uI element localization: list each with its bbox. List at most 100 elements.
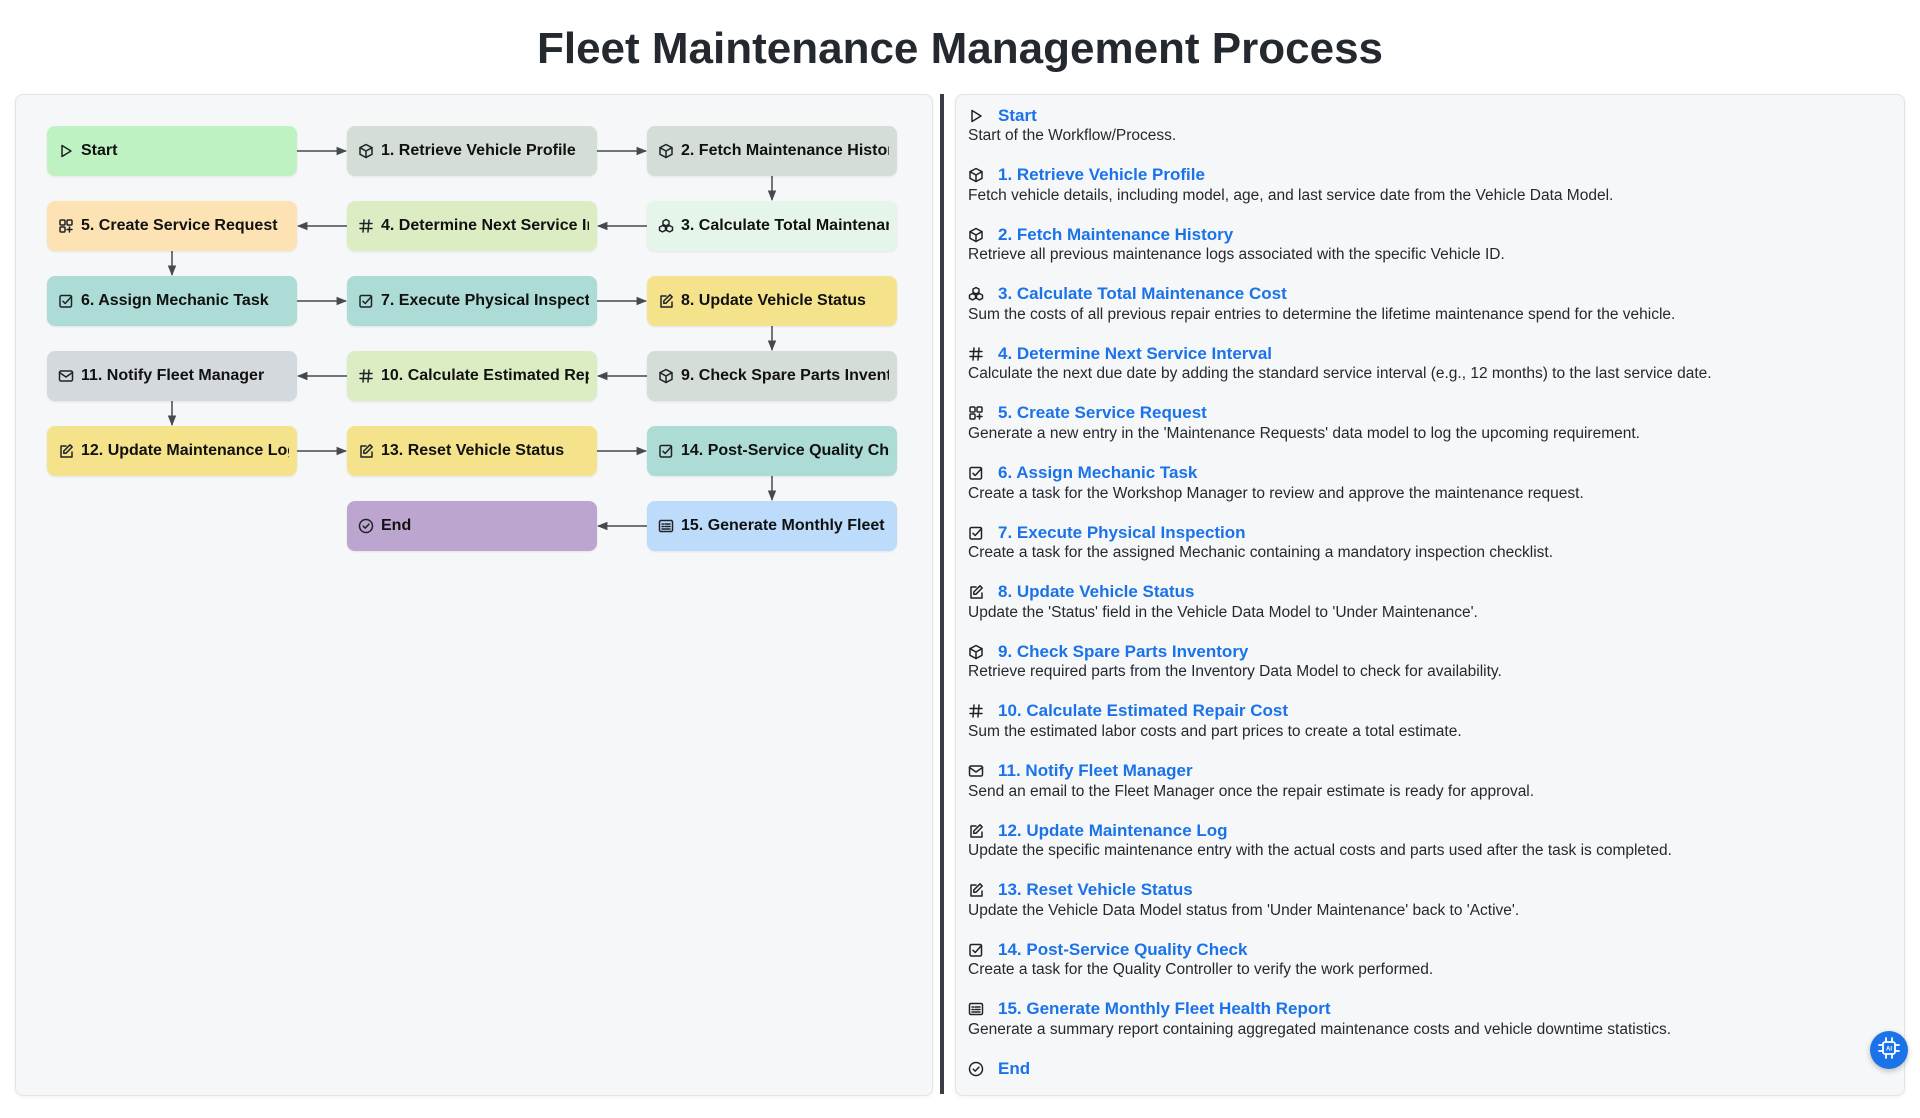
play-icon: [968, 108, 984, 124]
step-item: 7. Execute Physical InspectionCreate a t…: [968, 522, 1894, 582]
grid-plus-icon: [58, 218, 74, 234]
step-title-link[interactable]: End: [998, 1059, 1030, 1079]
step-description: Create a task for the assigned Mechanic …: [968, 544, 1894, 562]
flowchart-panel: Start 1. Retrieve Vehicle Profile 2. Fetch…: [15, 94, 933, 1096]
step-item: 1. Retrieve Vehicle Profile Fetch vehicle…: [968, 165, 1894, 225]
step-title-link[interactable]: 8. Update Vehicle Status: [998, 582, 1195, 602]
flow-node-n9[interactable]: 9. Check Spare Parts Inventory: [647, 351, 897, 401]
flow-node-n8[interactable]: 8. Update Vehicle Status: [647, 276, 897, 326]
step-item: 14. Post-Service Quality CheckCreate a t…: [968, 939, 1894, 999]
step-item: 12. Update Maintenance LogUpdate the spe…: [968, 820, 1894, 880]
flow-node-label: 1. Retrieve Vehicle Profile: [381, 142, 589, 160]
cube-icon: [658, 368, 674, 384]
step-title-link[interactable]: 3. Calculate Total Maintenance Cost: [998, 284, 1287, 304]
flow-node-label: Start: [81, 142, 289, 160]
step-description: Generate a summary report containing agg…: [968, 1021, 1894, 1039]
step-title-link[interactable]: 5. Create Service Request: [998, 403, 1207, 423]
flow-node-n4[interactable]: 4. Determine Next Service Interval: [347, 201, 597, 251]
step-description: Generate a new entry in the 'Maintenance…: [968, 425, 1894, 443]
flow-node-label: 5. Create Service Request: [81, 217, 289, 235]
step-title-link[interactable]: 4. Determine Next Service Interval: [998, 344, 1272, 364]
ai-assistant-button[interactable]: AI: [1870, 1031, 1908, 1069]
mail-icon: [968, 763, 984, 779]
step-item: StartStart of the Workflow/Process.: [968, 105, 1894, 165]
flow-node-n5[interactable]: 5. Create Service Request: [47, 201, 297, 251]
step-title-link[interactable]: 14. Post-Service Quality Check: [998, 940, 1247, 960]
step-item: End: [968, 1059, 1894, 1118]
step-description: Update the specific maintenance entry wi…: [968, 842, 1894, 860]
step-title-link[interactable]: 9. Check Spare Parts Inventory: [998, 642, 1248, 662]
grid-plus-icon: [968, 405, 984, 421]
flow-node-label: 4. Determine Next Service Interval: [381, 217, 589, 235]
flow-node-n1[interactable]: 1. Retrieve Vehicle Profile: [347, 126, 597, 176]
step-description: Retrieve required parts from the Invento…: [968, 663, 1894, 681]
flow-node-n12[interactable]: 12. Update Maintenance Log: [47, 426, 297, 476]
flow-node-n7[interactable]: 7. Execute Physical Inspection: [347, 276, 597, 326]
flow-node-end[interactable]: End: [347, 501, 597, 551]
cube-icon: [358, 143, 374, 159]
flow-node-start[interactable]: Start: [47, 126, 297, 176]
panel-divider[interactable]: [940, 94, 944, 1094]
svg-text:AI: AI: [1886, 1046, 1892, 1052]
step-title-link[interactable]: 12. Update Maintenance Log: [998, 821, 1228, 841]
flow-node-n15[interactable]: 15. Generate Monthly Fleet Health Report: [647, 501, 897, 551]
step-title-link[interactable]: 1. Retrieve Vehicle Profile: [998, 165, 1205, 185]
checkbox-icon: [58, 293, 74, 309]
step-item: 13. Reset Vehicle StatusUpdate the Vehic…: [968, 880, 1894, 940]
flow-node-n10[interactable]: 10. Calculate Estimated Repair Cost: [347, 351, 597, 401]
flow-node-label: 7. Execute Physical Inspection: [381, 292, 589, 310]
step-item: 8. Update Vehicle Status Update the 'Stat…: [968, 582, 1894, 642]
flow-node-label: 9. Check Spare Parts Inventory: [681, 367, 889, 385]
cube-icon: [968, 167, 984, 183]
step-description: Retrieve all previous maintenance logs a…: [968, 246, 1894, 264]
ai-chip-icon: AI: [1877, 1036, 1901, 1065]
hash-icon: [358, 218, 374, 234]
flow-node-label: 15. Generate Monthly Fleet Health Report: [681, 517, 889, 535]
step-title-link[interactable]: 15. Generate Monthly Fleet Health Report: [998, 999, 1331, 1019]
cube-icon: [658, 143, 674, 159]
step-description: Start of the Workflow/Process.: [968, 127, 1894, 145]
edit-icon: [58, 443, 74, 459]
check-circle-icon: [968, 1061, 984, 1077]
step-title-link[interactable]: 7. Execute Physical Inspection: [998, 523, 1246, 543]
step-title-link[interactable]: 2. Fetch Maintenance History: [998, 225, 1233, 245]
checkbox-icon: [968, 942, 984, 958]
edit-icon: [968, 823, 984, 839]
step-title-link[interactable]: 11. Notify Fleet Manager: [998, 761, 1193, 781]
step-description: Fetch vehicle details, including model, …: [968, 187, 1894, 205]
checkbox-icon: [658, 443, 674, 459]
report-icon: [968, 1001, 984, 1017]
step-description: Sum the estimated labor costs and part p…: [968, 723, 1894, 741]
flow-node-n14[interactable]: 14. Post-Service Quality Check: [647, 426, 897, 476]
step-title-link[interactable]: 13. Reset Vehicle Status: [998, 880, 1193, 900]
flow-node-label: 12. Update Maintenance Log: [81, 442, 289, 460]
flow-node-label: 6. Assign Mechanic Task: [81, 292, 289, 310]
hash-icon: [968, 703, 984, 719]
edit-icon: [358, 443, 374, 459]
step-description: Sum the costs of all previous repair ent…: [968, 306, 1894, 324]
flow-node-label: 13. Reset Vehicle Status: [381, 442, 589, 460]
edit-icon: [658, 293, 674, 309]
flow-node-n13[interactable]: 13. Reset Vehicle Status: [347, 426, 597, 476]
steps-panel: StartStart of the Workflow/Process.1. Re…: [955, 94, 1905, 1096]
flow-node-label: 3. Calculate Total Maintenance Cost: [681, 217, 889, 235]
step-item: 2. Fetch Maintenance HistoryRetrieve all…: [968, 224, 1894, 284]
step-description: Update the 'Status' field in the Vehicle…: [968, 604, 1894, 622]
flow-node-n6[interactable]: 6. Assign Mechanic Task: [47, 276, 297, 326]
step-title-link[interactable]: 6. Assign Mechanic Task: [998, 463, 1197, 483]
step-item: 3. Calculate Total Maintenance Cost Sum t…: [968, 284, 1894, 344]
flow-node-n2[interactable]: 2. Fetch Maintenance History: [647, 126, 897, 176]
flow-node-label: 2. Fetch Maintenance History: [681, 142, 889, 160]
cube-icon: [968, 644, 984, 660]
play-icon: [58, 143, 74, 159]
step-item: 11. Notify Fleet ManagerSend an email to…: [968, 761, 1894, 821]
step-title-link[interactable]: 10. Calculate Estimated Repair Cost: [998, 701, 1288, 721]
checkbox-icon: [968, 465, 984, 481]
step-title-link[interactable]: Start: [998, 106, 1037, 126]
hash-icon: [968, 346, 984, 362]
flow-node-n3[interactable]: 3. Calculate Total Maintenance Cost: [647, 201, 897, 251]
flow-node-n11[interactable]: 11. Notify Fleet Manager: [47, 351, 297, 401]
step-item: 15. Generate Monthly Fleet Health Report…: [968, 999, 1894, 1059]
step-item: 6. Assign Mechanic TaskCreate a task for…: [968, 463, 1894, 523]
check-circle-icon: [358, 518, 374, 534]
